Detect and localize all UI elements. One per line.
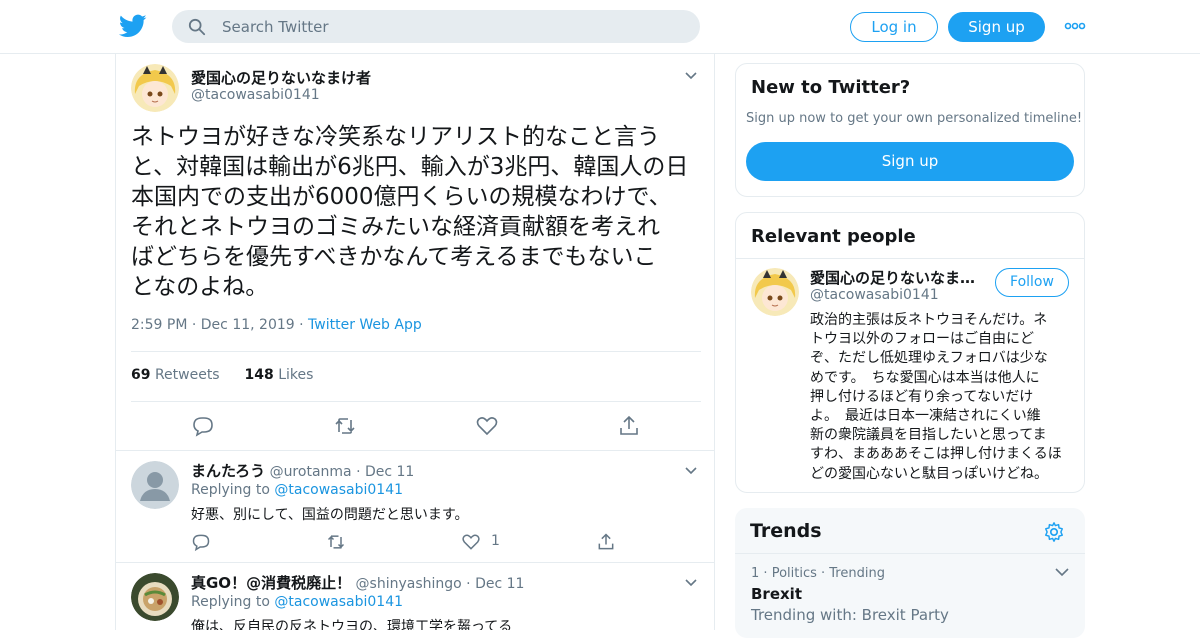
trend-name[interactable]: Brexit <box>751 585 802 603</box>
author-name[interactable]: 愛国心の足りないなまけ者 <box>191 67 371 88</box>
retweet-stat[interactable]: 69 Retweets <box>131 367 220 383</box>
login-button[interactable]: Log in <box>850 12 938 42</box>
divider <box>131 401 701 402</box>
tweet-line: と、対韓国は輸出が6兆円、輸入が3兆円、韓国人の日 <box>131 154 689 180</box>
reply-header: まんたろう @urotanma · Dec 11 <box>191 462 415 480</box>
author-avatar[interactable] <box>131 64 179 112</box>
bio-line: 押し付けるほど有り余ってないだけ <box>810 388 1034 405</box>
reply-author-name[interactable]: まんたろう <box>191 462 265 480</box>
reply-author-handle[interactable]: @urotanma <box>270 464 352 480</box>
trend-meta: 1 · Politics · Trending <box>751 566 885 581</box>
avatar[interactable] <box>131 573 179 621</box>
tweet-line: それとネトウヨのゴミみたいな経済貢献額を考えれ <box>131 214 660 240</box>
gear-icon[interactable] <box>1043 521 1065 543</box>
retweet-icon[interactable] <box>333 414 357 438</box>
top-bar: Search Twitter Log in Sign up <box>0 0 1200 54</box>
reply-icon[interactable] <box>191 532 211 552</box>
author-handle[interactable]: @tacowasabi0141 <box>191 87 320 103</box>
anime-avatar-icon <box>131 64 179 112</box>
divider <box>735 553 1085 554</box>
bio-line: 新の衆院議員を目指したいと思ってま <box>810 427 1047 444</box>
replying-to-link[interactable]: @tacowasabi0141 <box>274 482 403 498</box>
share-icon[interactable] <box>617 414 641 438</box>
divider <box>116 450 714 451</box>
signup-button[interactable]: Sign up <box>948 12 1045 42</box>
bio-line: 政治的主張は反ネトウヨそんだけ。ネ <box>810 312 1048 328</box>
bio-line: トウヨ以外のフォローはご自由にど <box>810 331 1034 348</box>
chevron-down-icon[interactable] <box>685 72 697 80</box>
person-name[interactable]: 愛国心の足りないなまけ者 <box>810 267 980 288</box>
reply-date[interactable]: Dec 11 <box>475 576 524 592</box>
bio-line: めです。 ちな愛国心は本当は他人に <box>810 369 1040 386</box>
avatar[interactable] <box>751 268 799 316</box>
card-title: Relevant people <box>751 226 916 247</box>
like-count: 1 <box>491 533 500 549</box>
replying-to: Replying to @tacowasabi0141 <box>191 482 404 498</box>
reply-header: 真GO！@消費税廃止！ @shinyashingo · Dec 11 <box>191 574 525 592</box>
heart-icon[interactable] <box>475 414 499 438</box>
like-stat[interactable]: 148 Likes <box>245 367 314 383</box>
tweet-stats: 69 Retweets 148 Likes <box>131 367 313 383</box>
tweet-text: ネトウヨが好きな冷笑系なリアリスト的なこと言う と、対韓国は輸出が6兆円、輸入が… <box>131 122 701 302</box>
tweet-source[interactable]: Twitter Web App <box>308 317 422 333</box>
retweet-icon[interactable] <box>326 532 346 552</box>
tweet-meta: 2:59 PM · Dec 11, 2019 · Twitter Web App <box>131 317 422 333</box>
reply-text: 好悪、別にして、国益の問題だと思います。 <box>191 507 469 523</box>
divider <box>736 258 1084 259</box>
trend-with: Trending with: Brexit Party <box>751 606 949 624</box>
main-column: 愛国心の足りないなまけ者 @tacowasabi0141 ネトウヨが好きな冷笑系… <box>115 54 715 630</box>
person-bio: 政治的主張は反ネトウヨそんだけ。ネ トウヨ以外のフォローはご自由にど ぞ、ただし… <box>810 311 1072 484</box>
reply-text: 俺は、反自民の反ネトウヨの、環境工学を齧ってる <box>191 619 513 630</box>
default-avatar-icon <box>131 461 179 509</box>
tweet-date[interactable]: Dec 11, 2019 <box>201 317 295 333</box>
share-icon[interactable] <box>596 532 616 552</box>
search-bar[interactable]: Search Twitter <box>172 10 700 43</box>
card-title: New to Twitter? <box>751 77 911 98</box>
heart-icon[interactable] <box>461 532 481 552</box>
reply-date[interactable]: Dec 11 <box>365 464 414 480</box>
bio-line: よ。 最近は日本一凍結されにくい維 <box>810 408 1041 425</box>
more-dots-icon[interactable] <box>1064 19 1086 33</box>
search-input[interactable]: Search Twitter <box>222 18 329 36</box>
tweet-line: ばどちらを優先すべきかなんて考えるまでもないこ <box>131 244 657 270</box>
chevron-down-icon[interactable] <box>1055 568 1069 577</box>
replying-to: Replying to @tacowasabi0141 <box>191 594 404 610</box>
avatar[interactable] <box>131 461 179 509</box>
tweet-line: 本国内での支出が6000億円くらいの規模なわけで、 <box>131 184 672 210</box>
tweet-line: ネトウヨが好きな冷笑系なリアリスト的なこと言う <box>131 124 660 150</box>
bio-line: すわ、まあああそこは押し付けまくるほ <box>810 446 1062 463</box>
chevron-down-icon[interactable] <box>685 467 697 475</box>
search-icon <box>188 18 206 36</box>
reply-author-name[interactable]: 真GO！@消費税廃止！ <box>191 574 351 592</box>
chevron-down-icon[interactable] <box>685 579 697 587</box>
bio-line: どの愛国心ないと駄目っぽいけどね。 <box>810 465 1048 482</box>
twitter-bird-icon[interactable] <box>119 12 147 40</box>
anime-avatar-icon <box>751 268 799 316</box>
tweet-time[interactable]: 2:59 PM <box>131 317 187 333</box>
reply-icon[interactable] <box>191 414 215 438</box>
relevant-people-card: Relevant people 愛国心の足りないなまけ者 @tacowasabi… <box>735 212 1085 493</box>
signup-button[interactable]: Sign up <box>746 142 1074 181</box>
new-to-twitter-card: New to Twitter? Sign up now to get your … <box>735 63 1085 197</box>
card-subtitle: Sign up now to get your own personalized… <box>746 111 1083 126</box>
bio-line: ぞ、ただし低処理ゆえフォロバは少な <box>810 350 1048 367</box>
follow-button[interactable]: Follow <box>995 268 1069 297</box>
trends-card: Trends 1 · Politics · Trending Brexit Tr… <box>735 508 1085 638</box>
divider <box>116 562 714 563</box>
tweet-line: となのよね。 <box>131 274 269 300</box>
divider <box>131 351 701 352</box>
food-avatar-icon <box>131 573 179 621</box>
person-handle[interactable]: @tacowasabi0141 <box>810 287 939 303</box>
reply-author-handle[interactable]: @shinyashingo <box>356 576 462 592</box>
replying-to-link[interactable]: @tacowasabi0141 <box>274 594 403 610</box>
trends-title: Trends <box>750 520 822 542</box>
